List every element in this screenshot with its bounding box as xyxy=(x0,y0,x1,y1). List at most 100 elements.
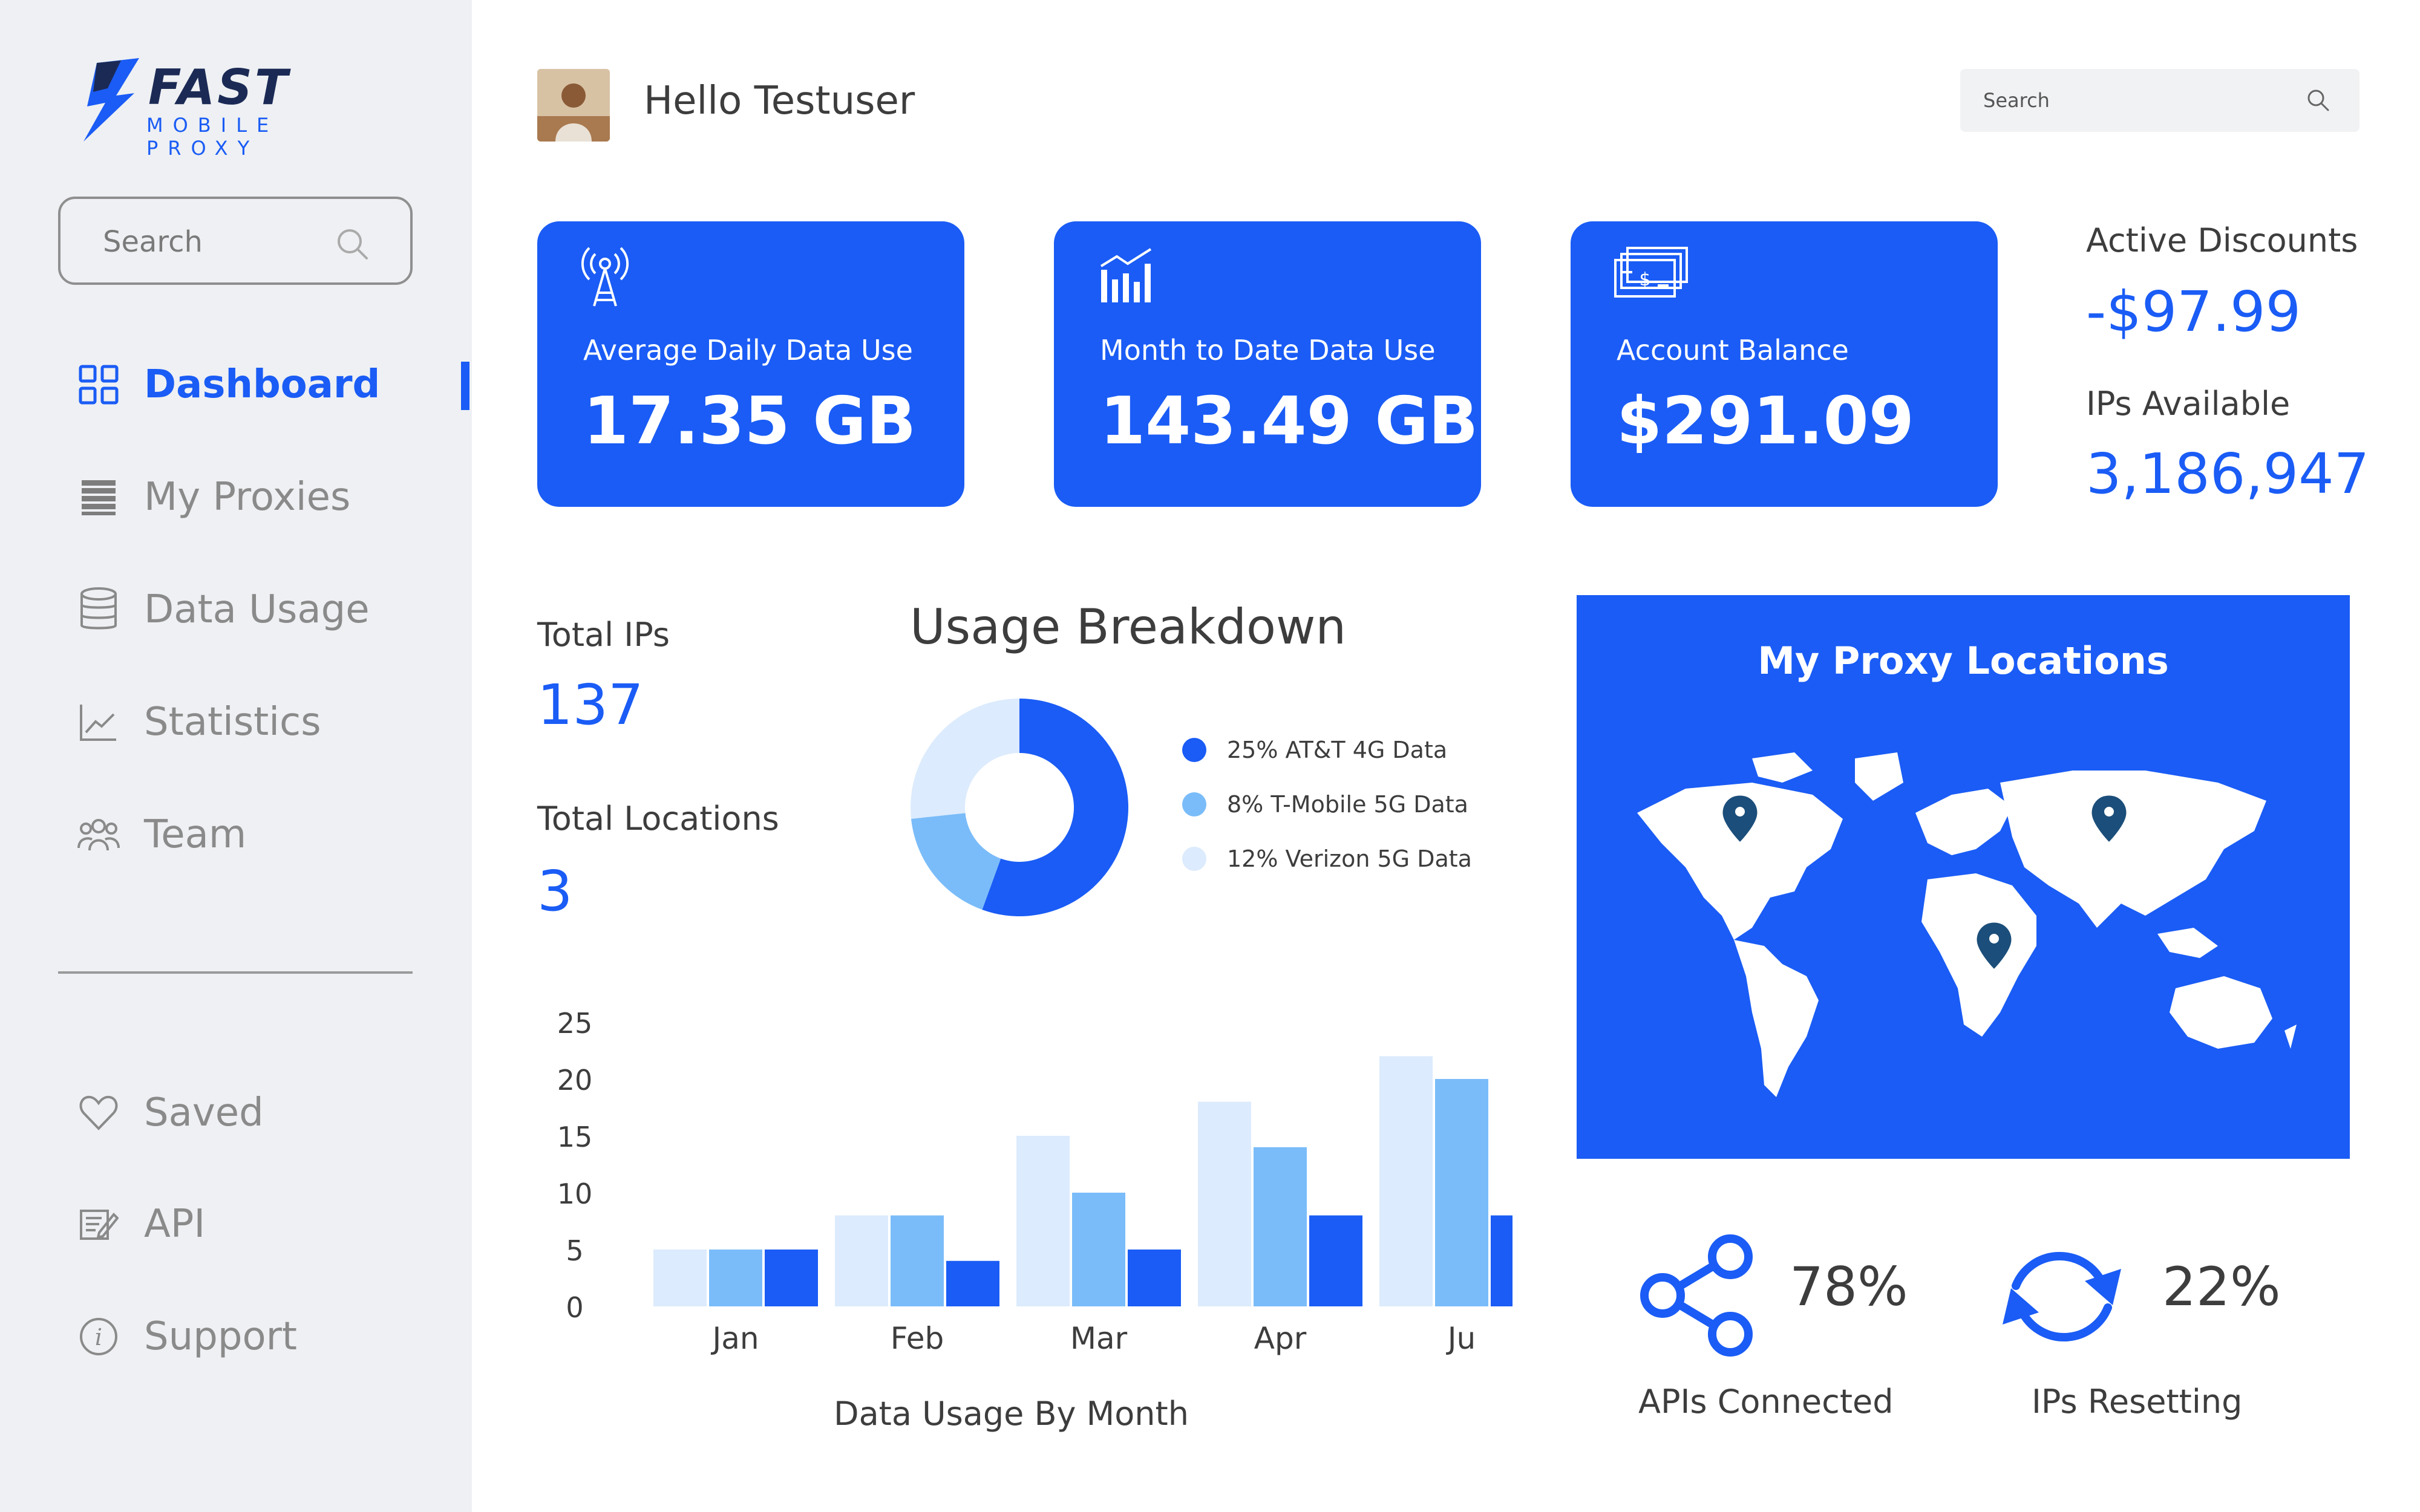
legend-swatch xyxy=(1182,738,1206,762)
legend-swatch xyxy=(1182,792,1206,816)
bar-jan-3 xyxy=(765,1250,818,1306)
data-usage-bar-chart: 0 5 10 15 20 25 Jan Feb Mar Apr Ju xyxy=(557,1007,1512,1356)
sidebar-item-label: My Proxies xyxy=(144,475,351,520)
card-month-to-date[interactable]: Month to Date Data Use 143.49 GB xyxy=(1054,221,1481,507)
logo-bolt-icon xyxy=(83,58,139,142)
search-icon[interactable] xyxy=(334,226,370,264)
apis-connected-value: 78% xyxy=(1790,1256,1908,1318)
bar-chart-title: Data Usage By Month xyxy=(834,1395,1189,1433)
list-icon xyxy=(77,476,120,518)
sidebar-item-team[interactable]: Team xyxy=(77,804,471,865)
bar-mar-3 xyxy=(1128,1250,1181,1306)
bar-feb-1 xyxy=(835,1215,888,1306)
map-title: My Proxy Locations xyxy=(1758,639,2169,683)
card-average-daily[interactable]: Average Daily Data Use 17.35 GB xyxy=(537,221,964,507)
share-icon xyxy=(1640,1234,1753,1357)
search-icon[interactable] xyxy=(2305,87,2330,115)
usage-breakdown-title: Usage Breakdown xyxy=(910,599,1347,655)
legend-item: 8% T-Mobile 5G Data xyxy=(1182,786,1468,823)
bar-apr-2 xyxy=(1254,1147,1307,1306)
world-map xyxy=(1637,752,2297,1097)
bar-apr-3 xyxy=(1309,1215,1362,1306)
bar-feb-3 xyxy=(946,1260,999,1306)
donut-slice-t-mobile-5g-data xyxy=(911,813,1001,910)
card-value: $291.09 xyxy=(1617,383,1914,459)
y-tick-label: 15 xyxy=(557,1121,593,1153)
sidebar-item-label: Data Usage xyxy=(144,587,370,632)
y-tick-label: 20 xyxy=(557,1064,593,1097)
y-tick-label: 0 xyxy=(566,1291,583,1324)
info-icon: i xyxy=(77,1315,120,1358)
heart-icon xyxy=(77,1092,120,1134)
proxy-locations-card[interactable]: My Proxy Locations xyxy=(1577,595,2350,1159)
ips-available-label: IPs Available xyxy=(2086,385,2291,423)
legend-label: 8% T-Mobile 5G Data xyxy=(1227,791,1468,818)
sidebar-item-label: Team xyxy=(144,812,247,857)
bar-jan-1 xyxy=(653,1250,707,1306)
sidebar-item-data-usage[interactable]: Data Usage xyxy=(77,579,471,640)
card-account-balance[interactable]: $ Account Balance $291.09 xyxy=(1571,221,1998,507)
y-tick-label: 10 xyxy=(557,1178,593,1210)
legend-item: 12% Verizon 5G Data xyxy=(1182,841,1472,877)
antenna-icon xyxy=(581,246,629,311)
sidebar-item-api[interactable]: API xyxy=(77,1194,471,1254)
bar-jan-2 xyxy=(709,1250,762,1306)
svg-text:$: $ xyxy=(1639,269,1650,290)
greeting: Hello Testuser xyxy=(644,79,915,123)
ips-resetting-label: IPs Resetting xyxy=(2032,1383,2243,1421)
bar-ju-1 xyxy=(1379,1056,1433,1306)
bar-ju-2 xyxy=(1435,1079,1488,1306)
x-tick-label: Ju xyxy=(1446,1321,1476,1356)
sidebar: FAST MOBILE PROXY Dashboard My Proxies xyxy=(0,0,472,1512)
card-value: 17.35 GB xyxy=(583,383,917,459)
bar-mar-2 xyxy=(1072,1193,1125,1306)
sidebar-item-label: Statistics xyxy=(144,700,321,745)
x-tick-label: Mar xyxy=(1070,1321,1128,1356)
bar-apr-1 xyxy=(1198,1101,1251,1306)
bar-feb-2 xyxy=(891,1215,944,1306)
money-icon: $ xyxy=(1614,246,1689,302)
total-ips-value: 137 xyxy=(537,673,644,737)
y-tick-label: 25 xyxy=(557,1007,593,1040)
sidebar-item-statistics[interactable]: Statistics xyxy=(77,692,471,752)
legend-swatch xyxy=(1182,847,1206,871)
logo-name: FAST xyxy=(148,59,290,116)
card-label: Average Daily Data Use xyxy=(583,334,913,367)
sidebar-item-label: Saved xyxy=(144,1090,264,1135)
header-search[interactable] xyxy=(1960,69,2360,132)
sidebar-item-support[interactable]: i Support xyxy=(77,1306,471,1367)
edit-icon xyxy=(77,1203,120,1245)
active-discounts-value: -$97.99 xyxy=(2086,279,2301,344)
bar-mar-1 xyxy=(1016,1136,1070,1306)
y-tick-label: 5 xyxy=(566,1234,583,1267)
sidebar-item-saved[interactable]: Saved xyxy=(77,1083,471,1143)
ips-resetting-value: 22% xyxy=(2162,1256,2281,1318)
legend-label: 12% Verizon 5G Data xyxy=(1227,846,1472,872)
sidebar-item-dashboard[interactable]: Dashboard xyxy=(77,354,471,415)
chart-line-icon xyxy=(77,701,120,743)
x-tick-label: Apr xyxy=(1254,1321,1307,1356)
sidebar-search[interactable] xyxy=(58,197,413,285)
apis-connected-label: APIs Connected xyxy=(1638,1383,1894,1421)
sidebar-item-label: API xyxy=(144,1202,206,1246)
sidebar-divider xyxy=(58,971,413,974)
database-icon xyxy=(77,587,120,631)
active-discounts-label: Active Discounts xyxy=(2086,221,2358,259)
total-locations-label: Total Locations xyxy=(537,800,779,838)
card-label: Month to Date Data Use xyxy=(1100,334,1436,367)
x-tick-label: Jan xyxy=(710,1321,759,1356)
header-search-input[interactable] xyxy=(1983,85,2286,116)
logo[interactable]: FAST MOBILE PROXY xyxy=(79,58,393,160)
grid-icon xyxy=(77,363,120,406)
legend-label: 25% AT&T 4G Data xyxy=(1227,737,1448,763)
sidebar-item-label: Support xyxy=(144,1314,297,1359)
sidebar-item-my-proxies[interactable]: My Proxies xyxy=(77,467,471,527)
active-indicator xyxy=(461,362,469,410)
ips-available-value: 3,186,947 xyxy=(2086,442,2370,506)
sidebar-search-input[interactable] xyxy=(103,221,333,263)
refresh-icon[interactable] xyxy=(1994,1237,2130,1356)
logo-tagline: MOBILE PROXY xyxy=(146,114,279,160)
bar-ju-3 xyxy=(1491,1215,1512,1306)
usage-donut-chart xyxy=(911,699,1128,916)
avatar[interactable] xyxy=(537,69,610,142)
